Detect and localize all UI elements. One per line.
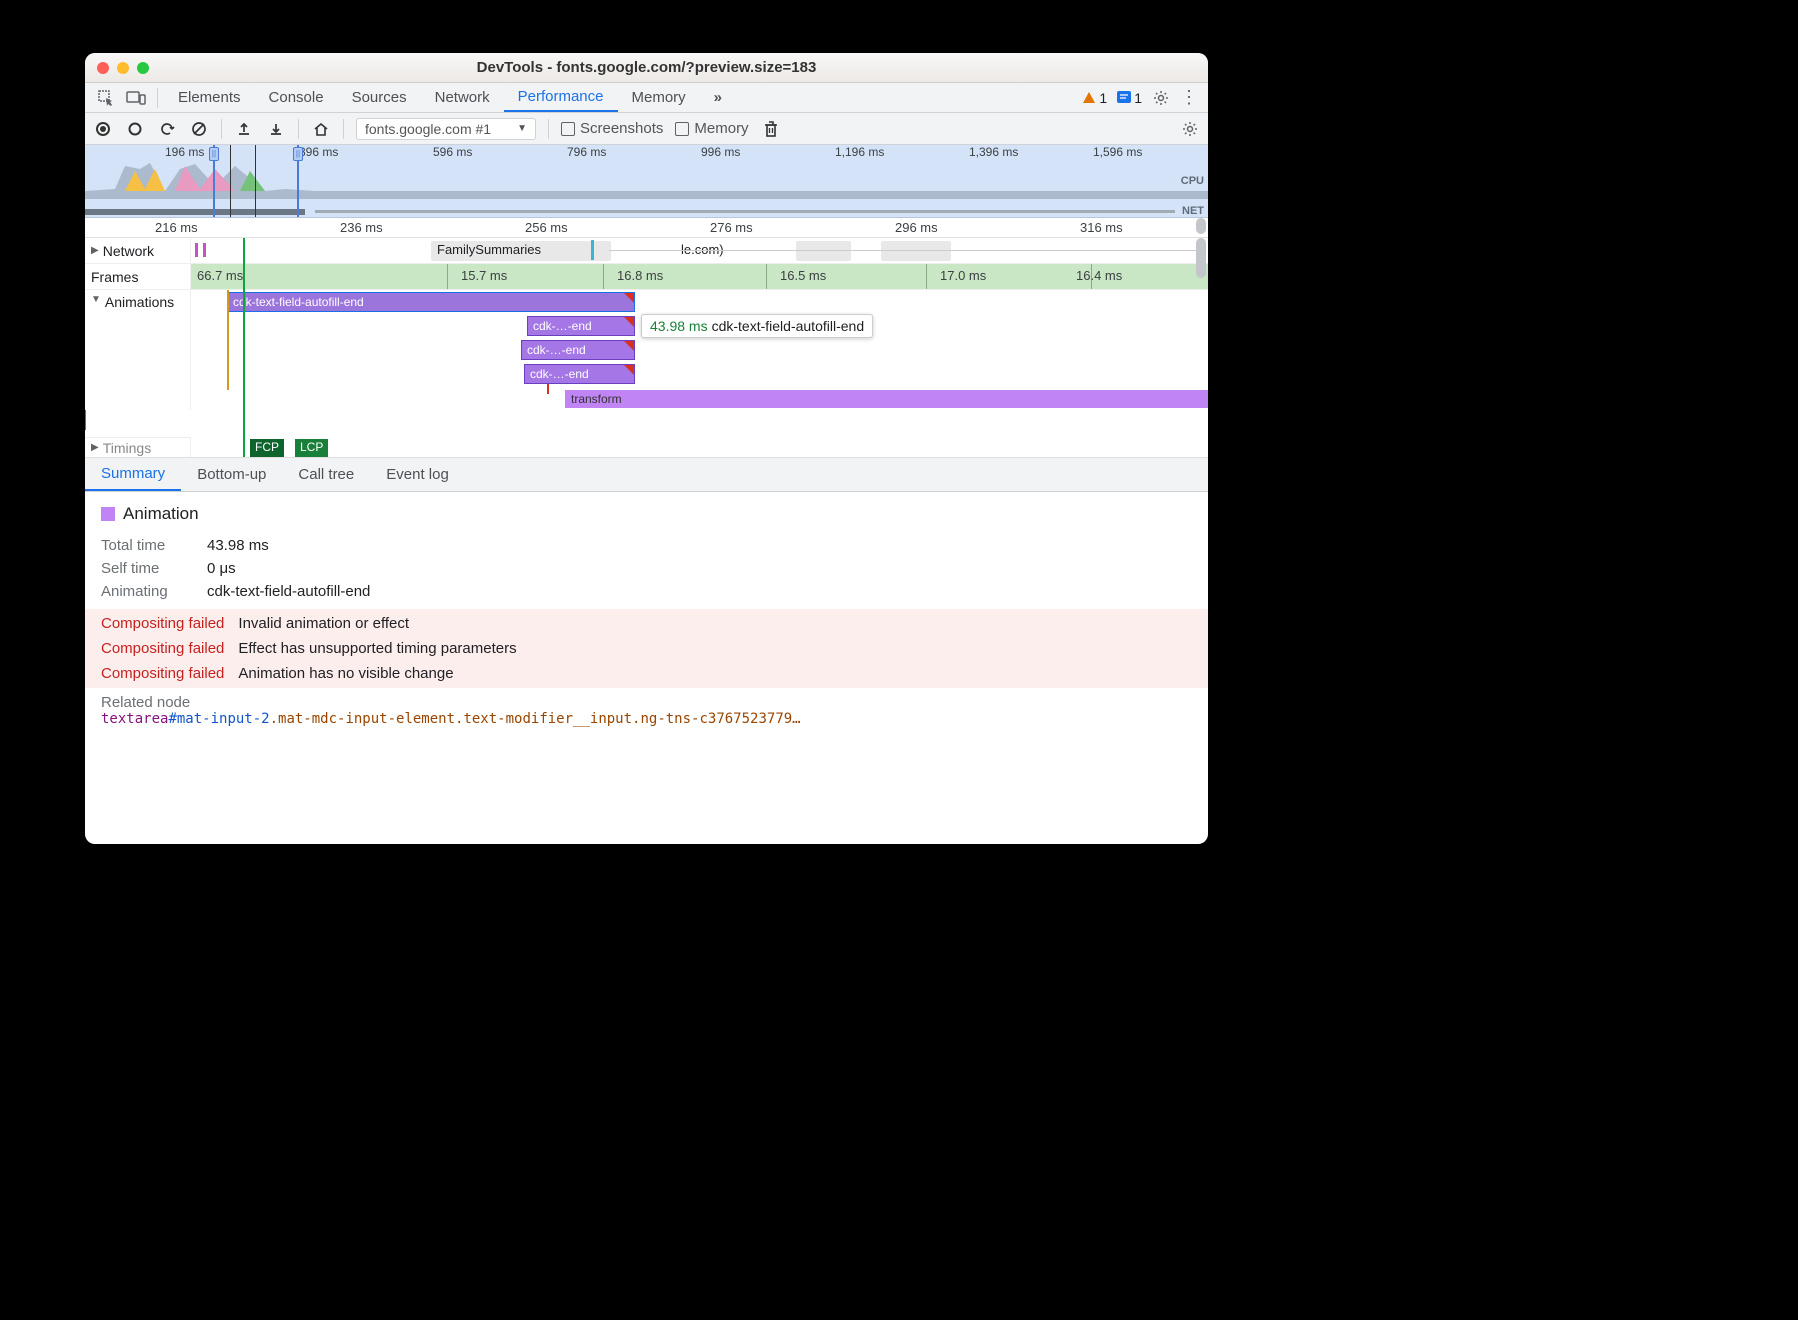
warning-icon [1082,91,1096,105]
overview-ticks: 196 ms 396 ms 596 ms 796 ms 996 ms 1,196… [85,145,1208,161]
minimize-icon[interactable] [117,62,129,74]
net-bar[interactable] [195,243,198,257]
flame-tracks: ▶Network :s FamilySummaries le.com) Fram… [85,238,1208,458]
tab-memory[interactable]: Memory [618,83,700,112]
upload-icon[interactable] [234,119,254,139]
start-profiling-icon[interactable] [125,119,145,139]
clear-icon[interactable] [189,119,209,139]
detail-ruler[interactable]: 216 ms 236 ms 256 ms 276 ms 296 ms 316 m… [85,218,1208,238]
kebab-icon[interactable]: ⋮ [1180,87,1198,108]
hover-tooltip: 43.98 mscdk-text-field-autofill-end [641,314,873,338]
separator [157,88,158,108]
net-segment[interactable] [881,241,951,261]
net-label: NET [1182,205,1204,217]
capture-settings-icon[interactable] [1180,119,1200,139]
info-icon [1117,91,1131,105]
summary-heading: Animation [123,504,199,524]
related-node-link[interactable]: textarea#mat-input-2.mat-mdc-input-eleme… [101,711,1192,727]
cursor-line [230,145,231,217]
cursor-line [255,145,256,217]
transform-bar[interactable]: transform [565,390,1208,408]
net-bar[interactable] [203,243,206,257]
track-label-animations[interactable]: ▼Animations [85,290,191,410]
performance-toolbar: fonts.google.com #1 ▼ Screenshots Memory [85,113,1208,145]
cpu-label: CPU [1181,175,1204,187]
download-icon[interactable] [266,119,286,139]
animation-bar[interactable]: cdk-…-end [524,364,635,384]
track-label-frames[interactable]: Frames [85,264,191,289]
total-time-value: 43.98 ms [207,537,269,554]
selection-handle-right[interactable]: || [297,145,299,217]
drawer-tab-summary[interactable]: Summary [85,458,181,491]
net-segment[interactable] [796,241,851,261]
garbage-collect-icon[interactable] [761,119,781,139]
net-graph [85,209,1208,215]
selection-handle-left[interactable]: || [213,145,215,217]
track-label-timings[interactable]: ▶Timings [85,437,191,457]
scroll-thumb[interactable] [1196,238,1206,278]
drawer-tab-eventlog[interactable]: Event log [370,458,465,491]
warnings-badge[interactable]: 1 [1082,90,1107,106]
lcp-marker[interactable]: LCP [295,439,328,457]
chevron-down-icon: ▼ [517,123,527,134]
tab-elements[interactable]: Elements [164,83,255,112]
screenshots-checkbox[interactable]: Screenshots [561,120,663,137]
timings-track: ▶Timings FCP LCP [85,437,1208,457]
overview-timeline[interactable]: 196 ms 396 ms 596 ms 796 ms 996 ms 1,196… [85,145,1208,218]
net-segment[interactable]: FamilySummaries [431,241,611,261]
inspect-icon[interactable] [91,83,121,112]
tab-sources[interactable]: Sources [338,83,421,112]
tab-performance[interactable]: Performance [504,83,618,112]
frames-track: Frames 66.7 ms 15.7 ms 16.8 ms 16.5 ms 1… [85,264,1208,290]
traffic-lights [97,62,149,74]
maximize-icon[interactable] [137,62,149,74]
reload-icon[interactable] [157,119,177,139]
network-track: ▶Network :s FamilySummaries le.com) [85,238,1208,264]
net-marker[interactable] [591,240,594,260]
tab-network[interactable]: Network [421,83,504,112]
animations-track: ▼Animations cdk-text-field-autofill-end … [85,290,1208,410]
drawer-tabs: Summary Bottom-up Call tree Event log [85,458,1208,492]
self-time-value: 0 μs [207,560,236,577]
panel-tabs: Elements Console Sources Network Perform… [85,83,1208,113]
cpu-graph [85,161,1208,199]
start-marker [227,290,229,390]
compositing-failures: Compositing failedInvalid animation or e… [85,609,1208,688]
tab-console[interactable]: Console [255,83,338,112]
animation-bar-main[interactable]: cdk-text-field-autofill-end [227,292,635,312]
track-label-network[interactable]: ▶Network [85,238,191,263]
playhead[interactable] [243,238,245,457]
issues-badge[interactable]: 1 [1117,90,1142,106]
device-icon[interactable] [121,83,151,112]
window-title: DevTools - fonts.google.com/?preview.siz… [85,59,1208,76]
devtools-window: DevTools - fonts.google.com/?preview.siz… [85,53,1208,844]
settings-icon[interactable] [1152,89,1170,107]
close-icon[interactable] [97,62,109,74]
animation-bar[interactable]: cdk-…-end [521,340,635,360]
separator [548,119,549,139]
separator [221,119,222,139]
animating-value: cdk-text-field-autofill-end [207,583,370,600]
scroll-thumb[interactable] [1196,218,1206,234]
summary-panel: Animation Total time43.98 ms Self time0 … [85,492,1208,735]
related-node-label: Related node [101,694,1192,711]
animation-bar[interactable]: cdk-…-end [527,316,635,336]
separator [343,119,344,139]
color-swatch [101,507,115,521]
drawer-tab-calltree[interactable]: Call tree [282,458,370,491]
tab-overflow[interactable]: » [700,83,736,112]
record-icon[interactable] [93,119,113,139]
memory-checkbox[interactable]: Memory [675,120,748,137]
recording-dropdown[interactable]: fonts.google.com #1 ▼ [356,118,536,140]
fcp-marker[interactable]: FCP [250,439,284,457]
titlebar: DevTools - fonts.google.com/?preview.siz… [85,53,1208,83]
drawer-tab-bottomup[interactable]: Bottom-up [181,458,282,491]
separator [298,119,299,139]
home-icon[interactable] [311,119,331,139]
